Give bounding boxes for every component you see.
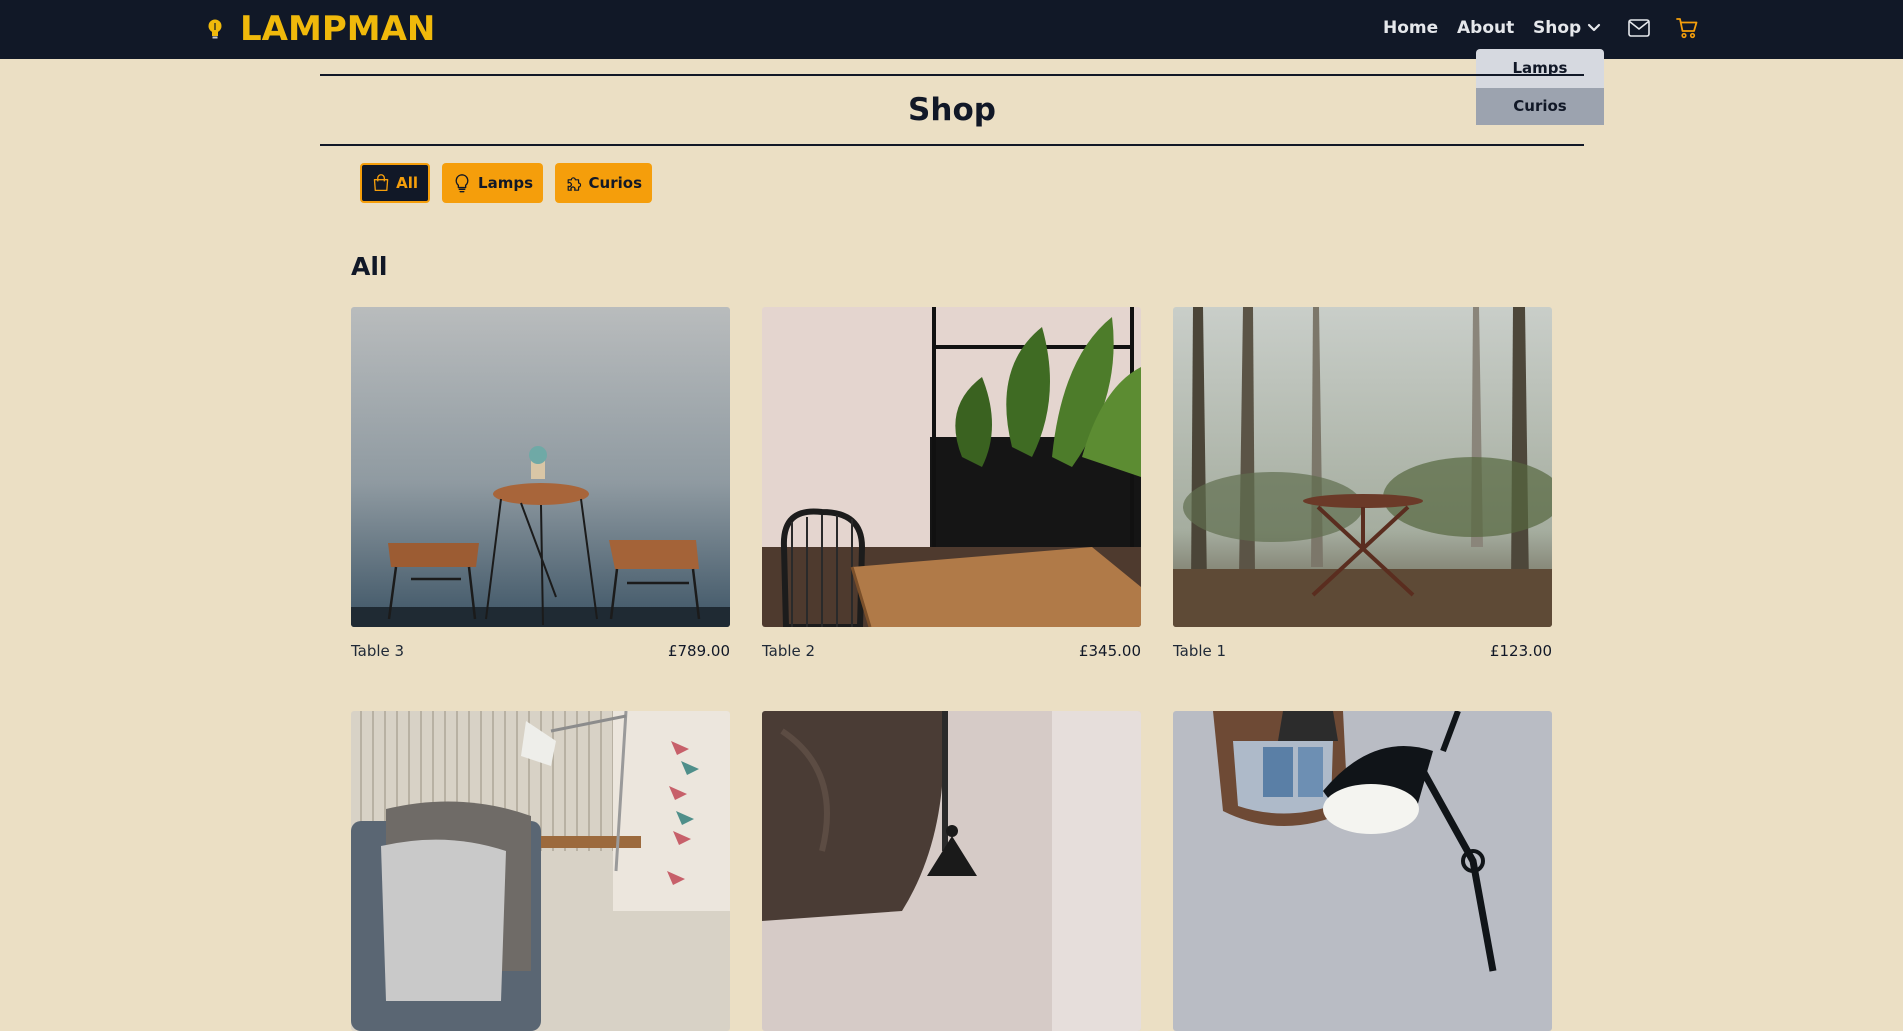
shopping-bag-icon — [373, 174, 389, 192]
nav-home-link[interactable]: Home — [1383, 18, 1438, 38]
divider — [320, 74, 1584, 76]
brand[interactable]: LAMPMAN — [206, 12, 435, 46]
product-image[interactable] — [1173, 711, 1552, 1031]
product-price: £789.00 — [667, 642, 730, 660]
puzzle-icon — [567, 177, 582, 191]
product-image[interactable] — [762, 307, 1141, 627]
brand-name: LAMPMAN — [240, 9, 436, 49]
product-image[interactable] — [351, 711, 730, 1031]
product-image[interactable] — [1173, 307, 1552, 627]
top-navbar: LAMPMAN Home About Shop — [0, 0, 1903, 59]
chevron-down-icon[interactable] — [1587, 22, 1601, 34]
divider — [320, 144, 1584, 146]
filter-curios-button[interactable]: Curios — [555, 163, 652, 203]
product-name[interactable]: Table 1 — [1173, 642, 1226, 660]
lightbulb-icon — [455, 174, 469, 193]
dropdown-item-lamps[interactable]: Lamps — [1476, 50, 1604, 87]
filter-lamps-button[interactable]: Lamps — [442, 163, 543, 203]
page-title: Shop — [908, 92, 996, 128]
product-price: £345.00 — [1078, 642, 1141, 660]
product-image[interactable] — [762, 711, 1141, 1031]
product-image[interactable] — [351, 307, 730, 627]
mail-icon[interactable] — [1628, 19, 1650, 37]
cart-icon[interactable] — [1676, 17, 1698, 39]
nav-about-link[interactable]: About — [1457, 18, 1514, 38]
filter-label: Curios — [588, 174, 642, 192]
filter-label: All — [396, 174, 418, 192]
nav-shop-link[interactable]: Shop — [1533, 18, 1581, 38]
product-name[interactable]: Table 3 — [351, 642, 404, 660]
product-name[interactable]: Table 2 — [762, 642, 815, 660]
lightbulb-icon — [208, 19, 222, 39]
filter-all-button[interactable]: All — [360, 163, 430, 203]
filter-label: Lamps — [478, 174, 533, 192]
section-title: All — [351, 252, 388, 281]
product-price: £123.00 — [1489, 642, 1552, 660]
